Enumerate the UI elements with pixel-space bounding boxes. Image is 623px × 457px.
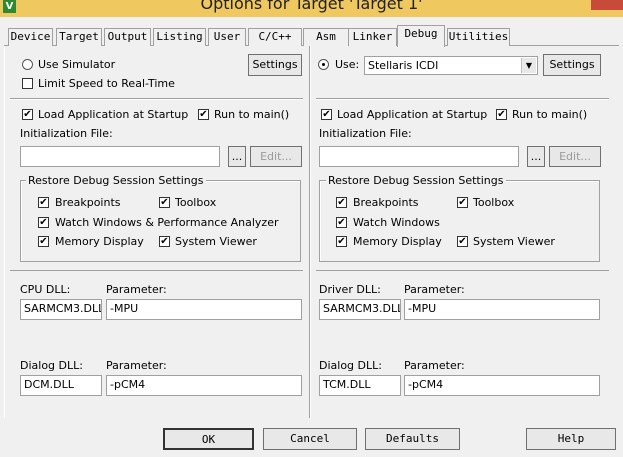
run-to-main-label-left: Run to main() [214,108,290,121]
watch-windows-checkbox-left[interactable]: ✔ [38,217,49,228]
window-title: Options for Target 'Target 1' [200,0,423,13]
init-file-input-right[interactable] [319,146,519,167]
browse-button-left[interactable]: ... [228,146,246,167]
edit-button-right[interactable]: Edit... [549,146,601,167]
dialog-param-input-left[interactable]: -pCM4 [106,375,302,396]
close-button[interactable] [591,0,623,10]
tab-utilities[interactable]: Utilities [447,28,510,46]
system-viewer-checkbox-left[interactable]: ✔ [159,236,170,247]
tab-linker[interactable]: Linker [348,28,397,46]
memory-display-label-left: Memory Display [55,235,144,248]
init-file-label-right: Initialization File: [319,127,412,140]
separator-highlight [316,99,609,100]
memory-display-checkbox-left[interactable]: ✔ [38,236,49,247]
init-file-input-left[interactable] [20,146,220,167]
limit-speed-checkbox[interactable] [22,78,33,89]
defaults-button[interactable]: Defaults [365,428,460,450]
toolbox-label-left: Toolbox [175,196,217,209]
watch-windows-checkbox-right[interactable]: ✔ [336,217,347,228]
tab-device[interactable]: Device [8,28,53,46]
ok-button[interactable]: OK [163,428,254,450]
edit-button-left[interactable]: Edit... [250,146,302,167]
use-simulator-label: Use Simulator [38,58,116,71]
cpu-param-label: Parameter: [106,283,167,296]
breakpoints-checkbox-left[interactable]: ✔ [38,197,49,208]
load-app-label-left: Load Application at Startup [38,108,189,121]
watch-windows-label-left: Watch Windows & Performance Analyzer [55,216,279,229]
breakpoints-checkbox-right[interactable]: ✔ [336,197,347,208]
system-viewer-label-left: System Viewer [175,235,257,248]
restore-session-title-left: Restore Debug Session Settings [26,174,206,187]
debugger-settings-button[interactable]: Settings [543,54,601,76]
tab-listing[interactable]: Listing [153,28,206,46]
watch-windows-label-right: Watch Windows [353,216,440,229]
dialog-param-input-right[interactable]: -pCM4 [404,375,600,396]
toolbox-checkbox-left[interactable]: ✔ [159,197,170,208]
debugger-select[interactable]: Stellaris ICDI ▼ [364,56,538,75]
column-divider-highlight [310,46,311,418]
tab-asm[interactable]: Asm [303,28,349,46]
run-to-main-label-right: Run to main() [512,108,588,121]
use-label: Use: [335,58,360,71]
chevron-down-icon[interactable]: ▼ [521,58,536,73]
init-file-label-left: Initialization File: [20,127,113,140]
memory-display-label-right: Memory Display [353,235,442,248]
cpu-dll-label: CPU DLL: [20,283,71,296]
driver-param-input[interactable]: -MPU [404,299,600,320]
help-button[interactable]: Help [526,428,616,450]
cpu-param-input[interactable]: -MPU [106,299,302,320]
run-to-main-checkbox-right[interactable]: ✔ [496,109,507,120]
load-app-label-right: Load Application at Startup [337,108,488,121]
dialog-param-label-right: Parameter: [404,359,465,372]
tab-user[interactable]: User [208,28,246,46]
tab-target[interactable]: Target [56,28,102,46]
load-app-checkbox-left[interactable]: ✔ [22,109,33,120]
cpu-dll-input[interactable]: SARMCM3.DLL [20,299,102,320]
run-to-main-checkbox-left[interactable]: ✔ [198,109,209,120]
dialog-dll-input-left[interactable]: DCM.DLL [20,375,102,396]
memory-display-checkbox-right[interactable]: ✔ [336,236,347,247]
load-app-checkbox-right[interactable]: ✔ [321,109,332,120]
separator [10,270,303,271]
tab-output[interactable]: Output [104,28,151,46]
toolbox-checkbox-right[interactable]: ✔ [457,197,468,208]
separator [316,270,609,271]
tab-debug[interactable]: Debug [397,25,445,47]
use-debugger-radio[interactable] [318,59,329,70]
restore-session-title-right: Restore Debug Session Settings [326,174,506,187]
breakpoints-label-right: Breakpoints [353,196,419,209]
system-viewer-checkbox-right[interactable]: ✔ [457,236,468,247]
dialog-param-label-left: Parameter: [106,359,167,372]
cancel-button[interactable]: Cancel [263,428,357,450]
separator-highlight [10,99,303,100]
tab-c-cpp[interactable]: C/C++ [248,28,302,46]
driver-param-label: Parameter: [404,283,465,296]
use-simulator-radio[interactable] [22,59,33,70]
dialog-dll-input-right[interactable]: TCM.DLL [319,375,401,396]
driver-dll-label: Driver DLL: [319,283,381,296]
breakpoints-label-left: Breakpoints [55,196,121,209]
limit-speed-label: Limit Speed to Real-Time [38,77,175,90]
browse-button-right[interactable]: ... [527,146,545,167]
system-viewer-label-right: System Viewer [473,235,555,248]
dialog-dll-label-left: Dialog DLL: [20,359,83,372]
toolbox-label-right: Toolbox [473,196,515,209]
dialog-dll-label-right: Dialog DLL: [319,359,382,372]
debugger-select-value: Stellaris ICDI [368,59,439,72]
simulator-settings-button[interactable]: Settings [248,54,302,76]
driver-dll-input[interactable]: SARMCM3.DLL [319,299,401,320]
